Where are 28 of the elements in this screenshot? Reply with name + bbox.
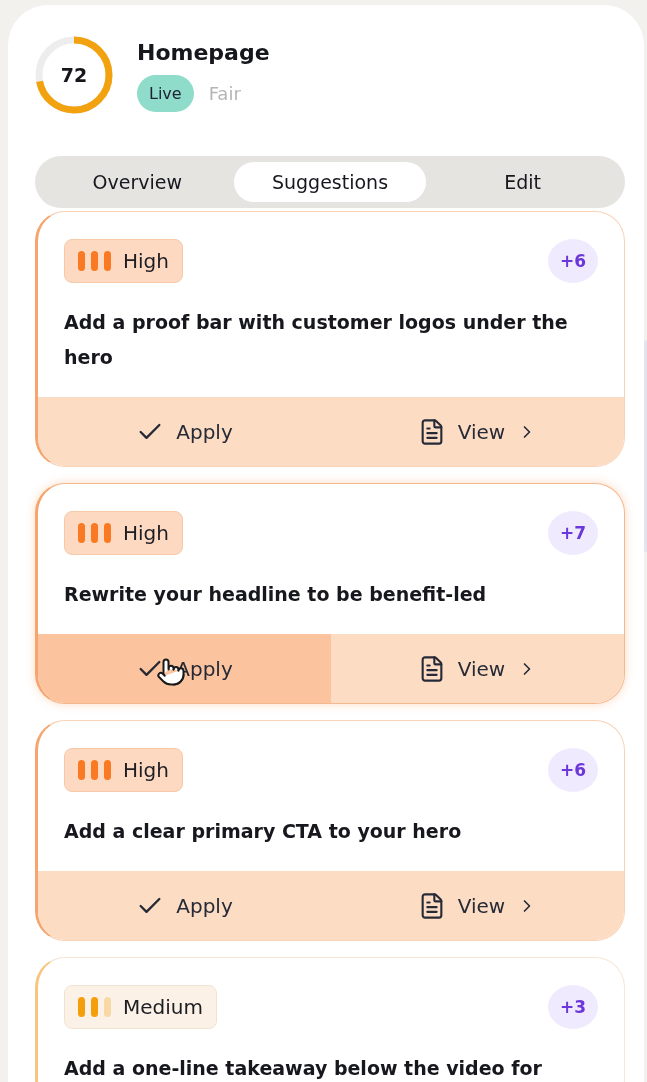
apply-button[interactable]: Apply — [38, 871, 331, 940]
page-title: Homepage — [137, 38, 270, 67]
suggestion-text: Add a proof bar with customer logos under the hero — [64, 310, 569, 370]
priority-label: High — [123, 758, 169, 782]
tab[interactable]: Overview — [41, 162, 234, 202]
view-button[interactable]: View — [331, 634, 624, 703]
points-badge: +6 — [548, 748, 598, 792]
view-button[interactable]: View — [331, 871, 624, 940]
priority-bars-icon — [78, 251, 111, 271]
suggestion-text: Rewrite your headline to be benefit-led — [64, 582, 488, 607]
priority-label: Medium — [123, 995, 203, 1019]
status-badge: Live — [137, 74, 194, 112]
points-badge: +3 — [548, 985, 598, 1029]
priority-bars-icon — [78, 523, 111, 543]
priority-bars-icon — [78, 760, 111, 780]
priority-label: High — [123, 521, 169, 545]
suggestion-text: Add a one-line takeaway below the video for — [64, 1056, 543, 1081]
tab[interactable]: Suggestions — [233, 162, 427, 202]
priority-label: High — [123, 249, 169, 273]
view-button[interactable]: View — [331, 397, 624, 466]
points-badge: +7 — [548, 511, 598, 555]
tab[interactable]: Edit — [426, 162, 619, 202]
priority-bars-icon — [78, 997, 111, 1017]
suggestion-text: Add a clear primary CTA to your hero — [64, 819, 463, 844]
rating-label: Fair — [208, 82, 241, 104]
points-badge: +6 — [548, 239, 598, 283]
apply-button[interactable]: Apply — [38, 397, 331, 466]
score-value: 72 — [60, 64, 88, 86]
